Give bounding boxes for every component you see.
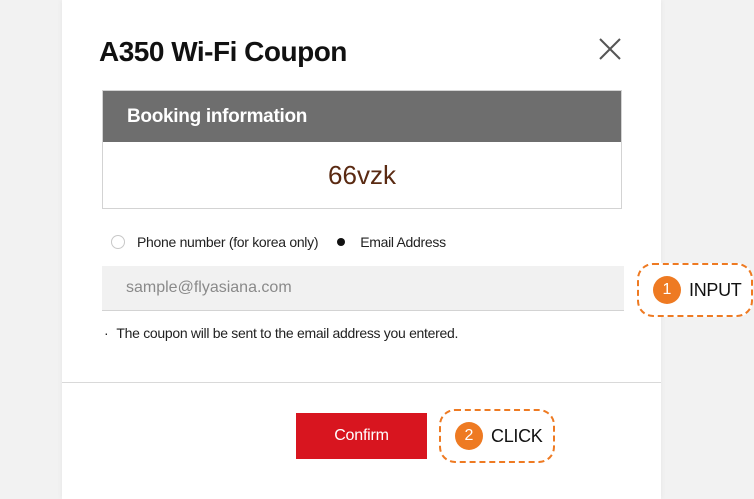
email-input[interactable]: [102, 266, 624, 311]
coupon-modal: A350 Wi-Fi Coupon Booking information 66…: [62, 0, 661, 499]
input-callout: 1 INPUT: [637, 263, 753, 317]
footer-divider: [62, 382, 661, 383]
email-radio-label[interactable]: Email Address: [360, 234, 446, 250]
booking-info-box: Booking information 66vzk: [102, 90, 622, 209]
modal-title: A350 Wi-Fi Coupon: [99, 36, 347, 67]
booking-code: 66vzk: [328, 160, 396, 190]
notice-bullet: ·: [104, 325, 109, 341]
close-icon[interactable]: [598, 37, 622, 61]
step-label: INPUT: [689, 279, 742, 300]
coupon-notice: · The coupon will be sent to the email ad…: [104, 325, 458, 341]
notice-text: The coupon will be sent to the email add…: [116, 325, 459, 341]
click-callout: 2 CLICK: [439, 409, 555, 463]
confirm-button[interactable]: Confirm: [296, 413, 427, 459]
booking-info-header: Booking information: [103, 91, 621, 142]
contact-method-options: Phone number (for korea only) Email Addr…: [111, 231, 446, 253]
step-number-badge: 1: [653, 276, 681, 304]
step-label: CLICK: [491, 425, 543, 446]
step-number-badge: 2: [455, 422, 483, 450]
phone-radio-label[interactable]: Phone number (for korea only): [137, 234, 318, 250]
email-radio[interactable]: [334, 235, 348, 249]
phone-radio[interactable]: [111, 235, 125, 249]
